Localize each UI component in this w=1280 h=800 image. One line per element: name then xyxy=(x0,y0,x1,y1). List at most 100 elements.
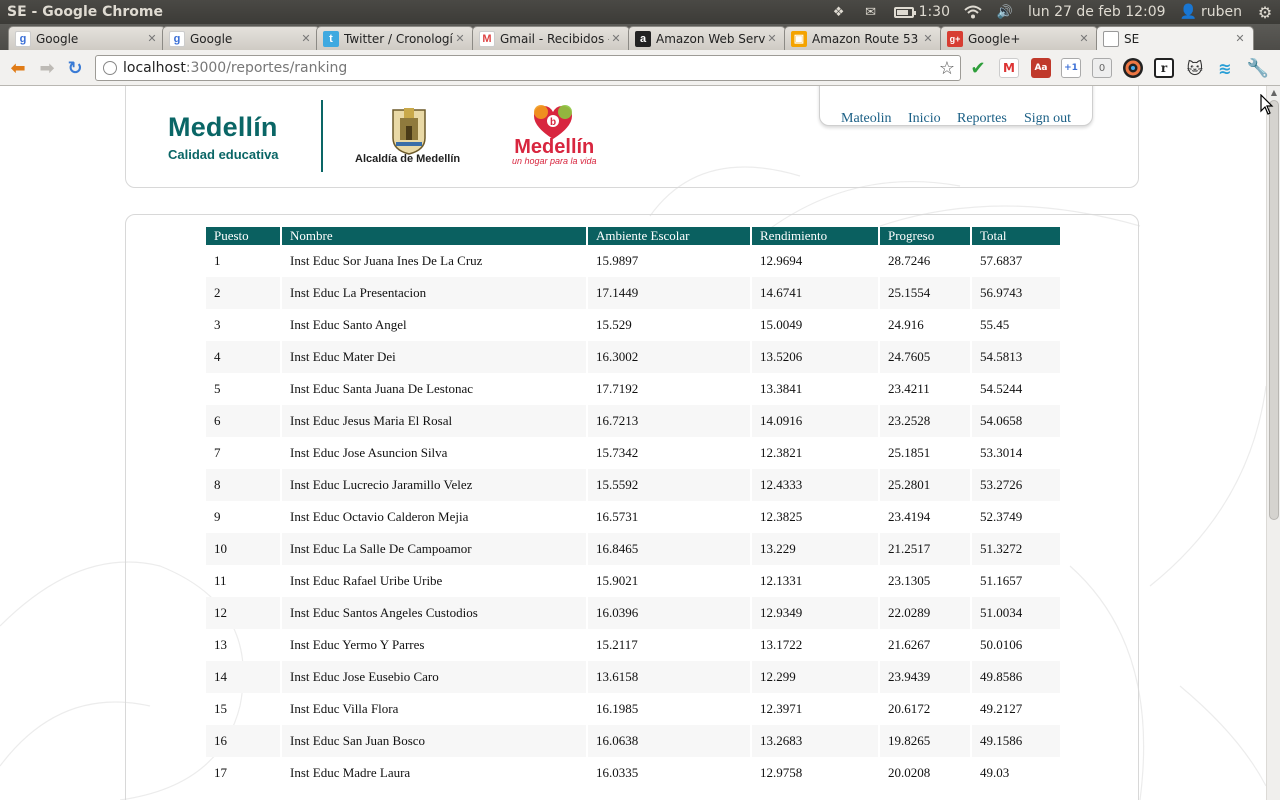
tab-amazon-route-53[interactable]: ▣ Amazon Route 53 ✕ xyxy=(784,26,942,50)
tab-amazon-web-services[interactable]: a Amazon Web Servic ✕ xyxy=(628,26,786,50)
github-cat-extension-icon[interactable]: 🐱 xyxy=(1185,58,1205,78)
column-header: Ambiente Escolar xyxy=(588,227,750,245)
table-cell: 2 xyxy=(206,277,280,309)
table-cell: 15.9897 xyxy=(596,253,639,268)
forward-arrow-icon[interactable]: ➡ xyxy=(36,57,58,79)
alcaldia-label: Alcaldía de Medellín xyxy=(355,153,461,165)
table-row: 16 Inst Educ San Juan Bosco 16.0638 13.2683… xyxy=(206,725,1060,757)
tab-label: Google+ xyxy=(968,31,1021,46)
counter-extension-icon[interactable]: 0 xyxy=(1092,58,1112,78)
browser-toolbar: ⬅ ➡ ↻ localhost:3000/reportes/ranking ☆ … xyxy=(0,50,1280,86)
bookmark-star-icon[interactable]: ☆ xyxy=(939,58,955,79)
table-header-row: Puesto Nombre Ambiente Escolar Rendimiento P… xyxy=(206,227,1060,245)
session-gear-icon[interactable]: ⚙ xyxy=(1256,3,1274,22)
table-cell: 16 xyxy=(206,725,280,757)
table-cell: 23.9439 xyxy=(880,661,970,693)
nav-link-mateolin[interactable]: Mateolin xyxy=(841,111,892,127)
user-menu[interactable]: 👤 ruben xyxy=(1180,4,1242,20)
table-cell: 11 xyxy=(214,573,227,588)
table-cell: Inst Educ Octavio Calderon Mejia xyxy=(290,509,469,524)
medellin-calidad-logo[interactable]: Medellín Calidad educativa xyxy=(168,112,279,162)
close-tab-icon[interactable]: ✕ xyxy=(145,32,159,45)
plus-one-extension-icon[interactable]: +1 xyxy=(1061,58,1081,78)
page-info-icon[interactable] xyxy=(103,61,117,75)
nav-link-sign-out[interactable]: Sign out xyxy=(1024,111,1071,127)
table-cell: Inst Educ Santa Juana De Lestonac xyxy=(290,381,474,396)
tab-gmail[interactable]: M Gmail - Recibidos - r ✕ xyxy=(472,26,630,50)
address-bar[interactable]: localhost:3000/reportes/ranking ☆ xyxy=(95,55,961,81)
table-row: 10 Inst Educ La Salle De Campoamor 16.8465… xyxy=(206,533,1060,565)
table-cell: 55.45 xyxy=(980,317,1010,332)
close-tab-icon[interactable]: ✕ xyxy=(1077,32,1091,45)
close-tab-icon[interactable]: ✕ xyxy=(299,32,313,45)
table-row: 2 Inst Educ La Presentacion 17.1449 14.6741… xyxy=(206,277,1060,309)
table-cell: 8 xyxy=(206,469,280,501)
close-tab-icon[interactable]: ✕ xyxy=(921,32,935,45)
tab-twitter[interactable]: t Twitter / Cronología ✕ xyxy=(316,26,474,50)
table-cell: Inst Educ Sor Juana Ines De La Cruz xyxy=(290,253,483,268)
checkmark-extension-icon[interactable]: ✔ xyxy=(968,58,988,79)
close-tab-icon[interactable]: ✕ xyxy=(765,32,779,45)
wifi-icon[interactable] xyxy=(964,3,982,21)
back-arrow-icon[interactable]: ⬅ xyxy=(7,57,29,79)
table-cell: 52.3749 xyxy=(980,509,1023,524)
table-cell: 25.1851 xyxy=(888,445,931,460)
logo-subtitle: Calidad educativa xyxy=(168,147,279,162)
close-tab-icon[interactable]: ✕ xyxy=(453,32,467,45)
mail-icon[interactable]: ✉ xyxy=(862,3,880,21)
tab-google-1[interactable]: g Google ✕ xyxy=(8,26,166,50)
table-cell: 25.2801 xyxy=(880,469,970,501)
battery-indicator[interactable]: 1:30 xyxy=(893,4,950,20)
google-icon: g xyxy=(169,30,185,47)
logo-title: Medellín xyxy=(168,112,278,142)
table-cell: 4 xyxy=(206,341,280,373)
table-cell: 15.0049 xyxy=(760,317,803,332)
nav-link-inicio[interactable]: Inicio xyxy=(908,111,941,127)
table-cell: 51.0034 xyxy=(972,597,1060,629)
mouse-cursor-icon xyxy=(1260,94,1274,115)
close-tab-icon[interactable]: ✕ xyxy=(609,32,623,45)
table-cell: 6 xyxy=(206,405,280,437)
route53-icon: ▣ xyxy=(791,30,807,47)
table-cell: 12.3821 xyxy=(760,445,803,460)
close-tab-icon[interactable]: ✕ xyxy=(1233,32,1247,45)
vertical-scrollbar[interactable]: ▲ xyxy=(1266,86,1280,800)
tab-label: Amazon Web Servic xyxy=(656,31,765,46)
reader-extension-icon[interactable]: r xyxy=(1154,58,1174,78)
table-cell: Inst Educ Jesus Maria El Rosal xyxy=(282,405,586,437)
table-cell: 15.529 xyxy=(596,317,632,332)
wrench-menu-icon[interactable]: 🔧 xyxy=(1247,58,1269,79)
table-cell: 53.2726 xyxy=(972,469,1060,501)
table-cell: Inst Educ Mater Dei xyxy=(282,341,586,373)
clock[interactable]: lun 27 de feb 12:09 xyxy=(1028,4,1166,20)
table-cell: 16.3002 xyxy=(588,341,750,373)
tab-google-plus[interactable]: g+ Google+ ✕ xyxy=(940,26,1098,50)
table-row: 5 Inst Educ Santa Juana De Lestonac 17.719… xyxy=(206,373,1060,405)
tab-se[interactable]: SE ✕ xyxy=(1096,26,1254,50)
table-cell: 15.9021 xyxy=(596,573,639,588)
table-cell: 13.5206 xyxy=(752,341,878,373)
column-header: Progreso xyxy=(880,227,970,245)
table-cell: 13.1722 xyxy=(760,637,803,652)
table-cell: 17 xyxy=(214,765,227,780)
gmail-extension-icon[interactable]: M xyxy=(999,58,1019,78)
table-cell: 15 xyxy=(214,701,227,716)
dictionary-extension-icon[interactable]: Aa xyxy=(1031,58,1051,78)
tab-google-2[interactable]: g Google ✕ xyxy=(162,26,320,50)
wave-extension-icon[interactable]: ≋ xyxy=(1215,58,1235,78)
scrollbar-thumb[interactable] xyxy=(1269,100,1279,520)
nav-link-reportes[interactable]: Reportes xyxy=(957,111,1007,127)
ranking-table: Puesto Nombre Ambiente Escolar Rendimiento P… xyxy=(204,227,1062,789)
tab-label: SE xyxy=(1124,31,1140,46)
table-cell: 3 xyxy=(214,317,221,332)
volume-icon[interactable]: 🔊 xyxy=(996,3,1014,21)
color-wheel-extension-icon[interactable] xyxy=(1123,58,1143,78)
column-header: Rendimiento xyxy=(752,227,878,245)
tab-label: Gmail - Recibidos - r xyxy=(500,31,609,46)
reload-icon[interactable]: ↻ xyxy=(64,57,86,79)
gmail-icon: M xyxy=(479,30,495,47)
table-cell: Inst Educ Madre Laura xyxy=(290,765,411,780)
dropbox-icon[interactable]: ❖ xyxy=(830,3,848,21)
table-cell: 21.6267 xyxy=(888,637,931,652)
table-cell: Inst Educ Yermo Y Parres xyxy=(290,637,425,652)
